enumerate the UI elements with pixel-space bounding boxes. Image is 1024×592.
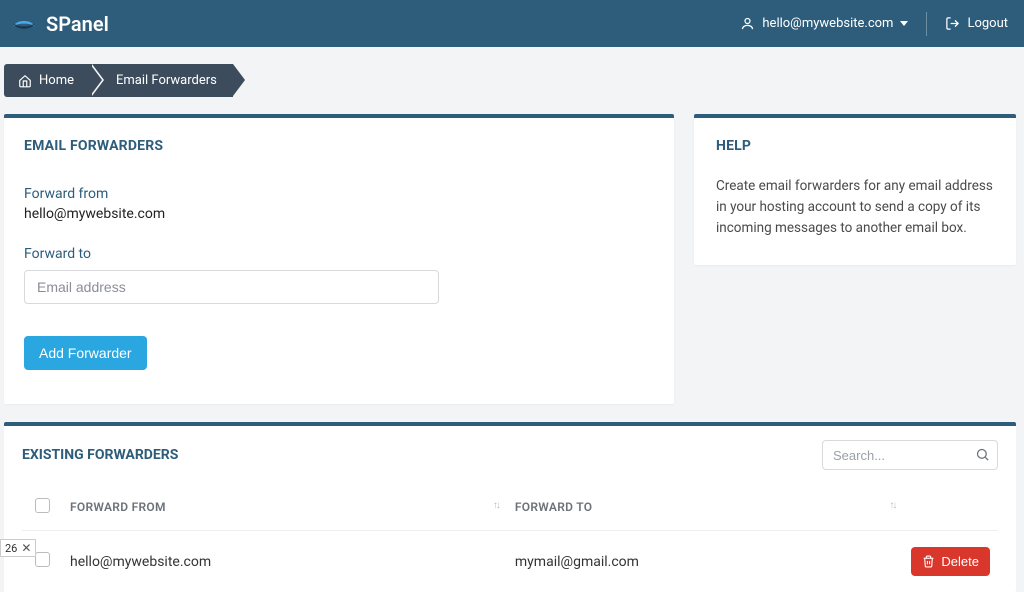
home-icon bbox=[18, 74, 32, 88]
close-icon[interactable]: ✕ bbox=[21, 541, 31, 555]
card-title: EMAIL FORWARDERS bbox=[24, 138, 654, 154]
select-all-checkbox[interactable] bbox=[35, 498, 50, 513]
brand-logo-icon bbox=[10, 10, 38, 38]
row-checkbox[interactable] bbox=[35, 552, 50, 567]
cell-forward-to: mymail@gmail.com bbox=[507, 531, 904, 592]
existing-forwarders-card: EXISTING FORWARDERS FORWARD FROM ↑↓ FORW… bbox=[4, 422, 1016, 592]
logout-icon bbox=[945, 16, 960, 31]
header-divider bbox=[926, 12, 927, 36]
email-forwarders-card: EMAIL FORWARDERS Forward from hello@mywe… bbox=[4, 114, 674, 404]
table-row: hello@mywebsite.com mymail@gmail.com Del… bbox=[22, 531, 998, 592]
search-input[interactable] bbox=[822, 440, 998, 470]
delete-label: Delete bbox=[941, 554, 979, 569]
forward-to-label: Forward to bbox=[24, 246, 654, 262]
status-chip: 26 ✕ bbox=[0, 539, 36, 557]
col-from-label: FORWARD FROM bbox=[70, 500, 166, 514]
help-body: Create email forwarders for any email ad… bbox=[716, 176, 994, 239]
breadcrumb-home-label: Home bbox=[39, 73, 74, 88]
forward-from-value: hello@mywebsite.com bbox=[24, 206, 654, 222]
brand-name: SPanel bbox=[46, 12, 109, 36]
breadcrumb-current-label: Email Forwarders bbox=[116, 73, 217, 88]
user-icon bbox=[740, 16, 755, 31]
add-forwarder-button[interactable]: Add Forwarder bbox=[24, 336, 147, 370]
account-menu[interactable]: hello@mywebsite.com bbox=[740, 16, 908, 31]
account-email: hello@mywebsite.com bbox=[762, 16, 893, 31]
app-header: SPanel hello@mywebsite.com Logout bbox=[0, 0, 1024, 47]
breadcrumb: Home Email Forwarders bbox=[0, 47, 1024, 97]
table-header-row: EXISTING FORWARDERS bbox=[22, 440, 998, 470]
brand[interactable]: SPanel bbox=[10, 10, 109, 38]
forward-to-input[interactable] bbox=[24, 270, 439, 304]
sort-icon: ↑↓ bbox=[889, 500, 895, 511]
help-card: HELP Create email forwarders for any ema… bbox=[694, 114, 1016, 265]
col-checkbox bbox=[22, 484, 62, 531]
logout-button[interactable]: Logout bbox=[945, 16, 1008, 31]
status-chip-value: 26 bbox=[5, 542, 17, 555]
forwarders-table: FORWARD FROM ↑↓ FORWARD TO ↑↓ hello@mywe… bbox=[22, 484, 998, 592]
forward-from-label: Forward from bbox=[24, 186, 654, 202]
caret-down-icon bbox=[900, 21, 908, 26]
search-box bbox=[822, 440, 998, 470]
table-title: EXISTING FORWARDERS bbox=[22, 447, 178, 463]
col-actions bbox=[903, 484, 998, 531]
header-right: hello@mywebsite.com Logout bbox=[740, 12, 1008, 36]
breadcrumb-current[interactable]: Email Forwarders bbox=[90, 64, 233, 97]
col-forward-from[interactable]: FORWARD FROM ↑↓ bbox=[62, 484, 507, 531]
help-title: HELP bbox=[716, 138, 994, 154]
breadcrumb-home[interactable]: Home bbox=[4, 64, 90, 97]
logout-label: Logout bbox=[967, 16, 1008, 31]
sort-icon: ↑↓ bbox=[493, 500, 499, 511]
col-forward-to[interactable]: FORWARD TO ↑↓ bbox=[507, 484, 904, 531]
col-to-label: FORWARD TO bbox=[515, 500, 592, 514]
delete-button[interactable]: Delete bbox=[911, 547, 990, 576]
search-icon bbox=[975, 447, 990, 462]
content-row: EMAIL FORWARDERS Forward from hello@mywe… bbox=[0, 97, 1024, 404]
cell-forward-from: hello@mywebsite.com bbox=[62, 531, 507, 592]
